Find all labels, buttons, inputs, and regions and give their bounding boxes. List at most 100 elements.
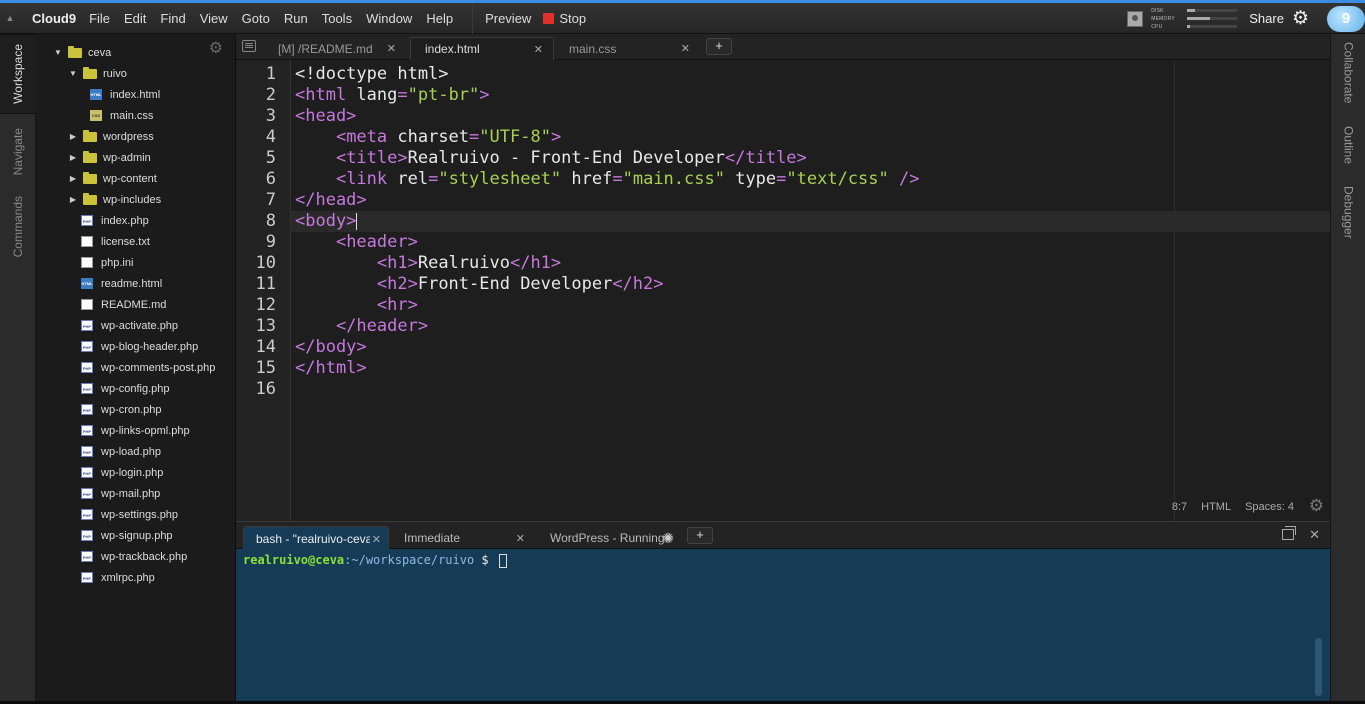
share-button[interactable]: Share bbox=[1249, 11, 1284, 26]
editor-settings-gear-icon[interactable]: ⚙ bbox=[1309, 496, 1324, 516]
code-token: type bbox=[724, 169, 777, 189]
php-file-icon: PHP bbox=[81, 425, 93, 436]
rail-tab-outline[interactable]: Outline bbox=[1331, 126, 1365, 164]
settings-gear-icon[interactable]: ⚙ bbox=[1292, 7, 1309, 30]
menu-tools[interactable]: Tools bbox=[315, 11, 359, 26]
new-console-tab-plus-icon[interactable]: + bbox=[687, 527, 713, 544]
menu-goto[interactable]: Goto bbox=[235, 11, 277, 26]
expanded-triangle-icon[interactable]: ▼ bbox=[67, 69, 79, 78]
menu-edit[interactable]: Edit bbox=[117, 11, 153, 26]
tree-file[interactable]: HTML readme.html bbox=[79, 273, 162, 294]
collapsed-triangle-icon[interactable]: ▶ bbox=[67, 132, 79, 141]
rail-tab-collaborate[interactable]: Collaborate bbox=[1331, 42, 1365, 103]
menu-run[interactable]: Run bbox=[277, 11, 315, 26]
tree-folder[interactable]: ▼ ceva bbox=[52, 42, 111, 63]
menu-file[interactable]: File bbox=[82, 11, 117, 26]
terminal-scrollbar[interactable] bbox=[1315, 638, 1322, 696]
tree-file[interactable]: PHP xmlrpc.php bbox=[79, 567, 155, 588]
php-file-icon: PHP bbox=[81, 467, 93, 478]
tree-file[interactable]: PHP wp-links-opml.php bbox=[79, 420, 190, 441]
stat-cpu-bar bbox=[1187, 25, 1238, 28]
syntax-mode[interactable]: HTML bbox=[1201, 501, 1231, 513]
brand-menu[interactable]: Cloud9 bbox=[32, 11, 76, 26]
tree-file[interactable]: PHP wp-signup.php bbox=[79, 525, 173, 546]
tree-file[interactable]: HTML index.html bbox=[88, 84, 160, 105]
close-tab-icon[interactable]: ✕ bbox=[369, 533, 381, 546]
txt-file-icon bbox=[81, 257, 93, 268]
collapsed-triangle-icon[interactable]: ▶ bbox=[67, 195, 79, 204]
console-tab-wordpress[interactable]: WordPress - Running ✺ bbox=[538, 526, 682, 550]
tree-file[interactable]: PHP wp-blog-header.php bbox=[79, 336, 198, 357]
code-token: <h2> bbox=[376, 274, 418, 294]
code-token: Realruivo - Front-End Developer bbox=[407, 148, 725, 168]
tree-file[interactable]: PHP wp-activate.php bbox=[79, 315, 178, 336]
tree-folder[interactable]: ▶ wordpress bbox=[67, 126, 154, 147]
tree-file[interactable]: PHP wp-mail.php bbox=[79, 483, 160, 504]
menu-view[interactable]: View bbox=[193, 11, 235, 26]
code-line: <h1>Realruivo</h1> bbox=[295, 253, 561, 274]
tree-file[interactable]: README.md bbox=[79, 294, 166, 315]
tree-item-label: README.md bbox=[101, 298, 167, 311]
stat-disk-bar bbox=[1187, 9, 1238, 12]
close-tab-icon[interactable]: ✕ bbox=[534, 43, 543, 56]
tree-file[interactable]: PHP wp-config.php bbox=[79, 378, 170, 399]
tree-item-label: index.php bbox=[101, 214, 149, 227]
console-tab-wordpress-label: WordPress - Running bbox=[550, 531, 665, 545]
expanded-triangle-icon[interactable]: ▼ bbox=[52, 48, 64, 57]
tree-file[interactable]: PHP wp-cron.php bbox=[79, 399, 162, 420]
rail-tab-workspace[interactable]: Workspace bbox=[0, 34, 36, 114]
restore-panel-icon[interactable] bbox=[1282, 526, 1296, 540]
prompt-path: :~/workspace/ruivo bbox=[344, 553, 475, 567]
tree-file[interactable]: CSS main.css bbox=[88, 105, 153, 126]
tree-folder[interactable]: ▶ wp-admin bbox=[67, 147, 151, 168]
stat-cpu-label: CPU bbox=[1151, 23, 1163, 30]
menu-help[interactable]: Help bbox=[419, 11, 460, 26]
collapsed-triangle-icon[interactable]: ▶ bbox=[67, 174, 79, 183]
collapse-menubar-icon[interactable]: ▲ bbox=[0, 13, 20, 23]
tab-main-css[interactable]: main.css ✕ bbox=[555, 37, 700, 60]
menu-find[interactable]: Find bbox=[153, 11, 192, 26]
tree-file[interactable]: PHP wp-login.php bbox=[79, 462, 163, 483]
code-token: </html> bbox=[295, 358, 367, 378]
tree-file[interactable]: license.txt bbox=[79, 231, 150, 252]
tab-list-icon[interactable] bbox=[242, 40, 256, 52]
file-tree: ⚙ ▼ ceva ▼ ruivo HTML index.html CSS main.css ▶ w… bbox=[36, 34, 236, 704]
tree-settings-gear-icon[interactable]: ⚙ bbox=[209, 38, 223, 58]
stop-button[interactable]: Stop bbox=[543, 11, 586, 26]
cloud9-logo-icon[interactable]: 9 bbox=[1327, 5, 1365, 32]
tree-folder[interactable]: ▶ wp-content bbox=[67, 168, 157, 189]
tab-index-html[interactable]: index.html ✕ bbox=[410, 37, 554, 60]
tree-file[interactable]: PHP wp-comments-post.php bbox=[79, 357, 215, 378]
console-tab-immediate[interactable]: Immediate ✕ bbox=[392, 526, 532, 550]
tree-file[interactable]: PHP wp-settings.php bbox=[79, 504, 178, 525]
code-editor[interactable]: 1 2 3 4 5 6 7 8 9 10 11 12 13 14 15 16 <!doctype html> <… bbox=[236, 60, 1330, 521]
rail-tab-debugger[interactable]: Debugger bbox=[1331, 186, 1365, 239]
close-tab-icon[interactable]: ✕ bbox=[681, 42, 690, 55]
rail-tab-commands[interactable]: Commands bbox=[0, 188, 36, 266]
close-tab-icon[interactable]: ✕ bbox=[387, 42, 396, 55]
indent-setting[interactable]: Spaces: 4 bbox=[1245, 501, 1294, 513]
code-token: href bbox=[561, 169, 613, 189]
txt-file-icon bbox=[81, 299, 93, 310]
avatar[interactable] bbox=[1127, 10, 1144, 27]
code-token: Realruivo bbox=[417, 253, 510, 273]
collapsed-triangle-icon[interactable]: ▶ bbox=[67, 153, 79, 162]
tree-folder[interactable]: ▶ wp-includes bbox=[67, 189, 161, 210]
close-console-icon[interactable]: ✕ bbox=[1309, 527, 1320, 543]
tree-file[interactable]: PHP wp-trackback.php bbox=[79, 546, 187, 567]
tree-folder[interactable]: ▼ ruivo bbox=[67, 63, 127, 84]
tree-file[interactable]: PHP wp-load.php bbox=[79, 441, 161, 462]
console-tab-bash[interactable]: bash - "realruivo-ceva" ✕ bbox=[243, 526, 389, 550]
menu-window[interactable]: Window bbox=[359, 11, 419, 26]
new-tab-plus-icon[interactable]: + bbox=[706, 38, 732, 55]
cursor-position[interactable]: 8:7 bbox=[1172, 501, 1187, 513]
preview-button[interactable]: Preview bbox=[481, 11, 543, 26]
rail-tab-navigate[interactable]: Navigate bbox=[0, 116, 36, 188]
tab-readme[interactable]: [M] /README.md ✕ bbox=[264, 37, 406, 60]
close-tab-icon[interactable]: ✕ bbox=[514, 532, 525, 545]
terminal[interactable]: realruivo@ceva:~/workspace/ruivo $ bbox=[236, 549, 1330, 704]
tree-file[interactable]: php.ini bbox=[79, 252, 133, 273]
code-line: </body> bbox=[295, 337, 367, 358]
tree-file[interactable]: PHP index.php bbox=[79, 210, 149, 231]
